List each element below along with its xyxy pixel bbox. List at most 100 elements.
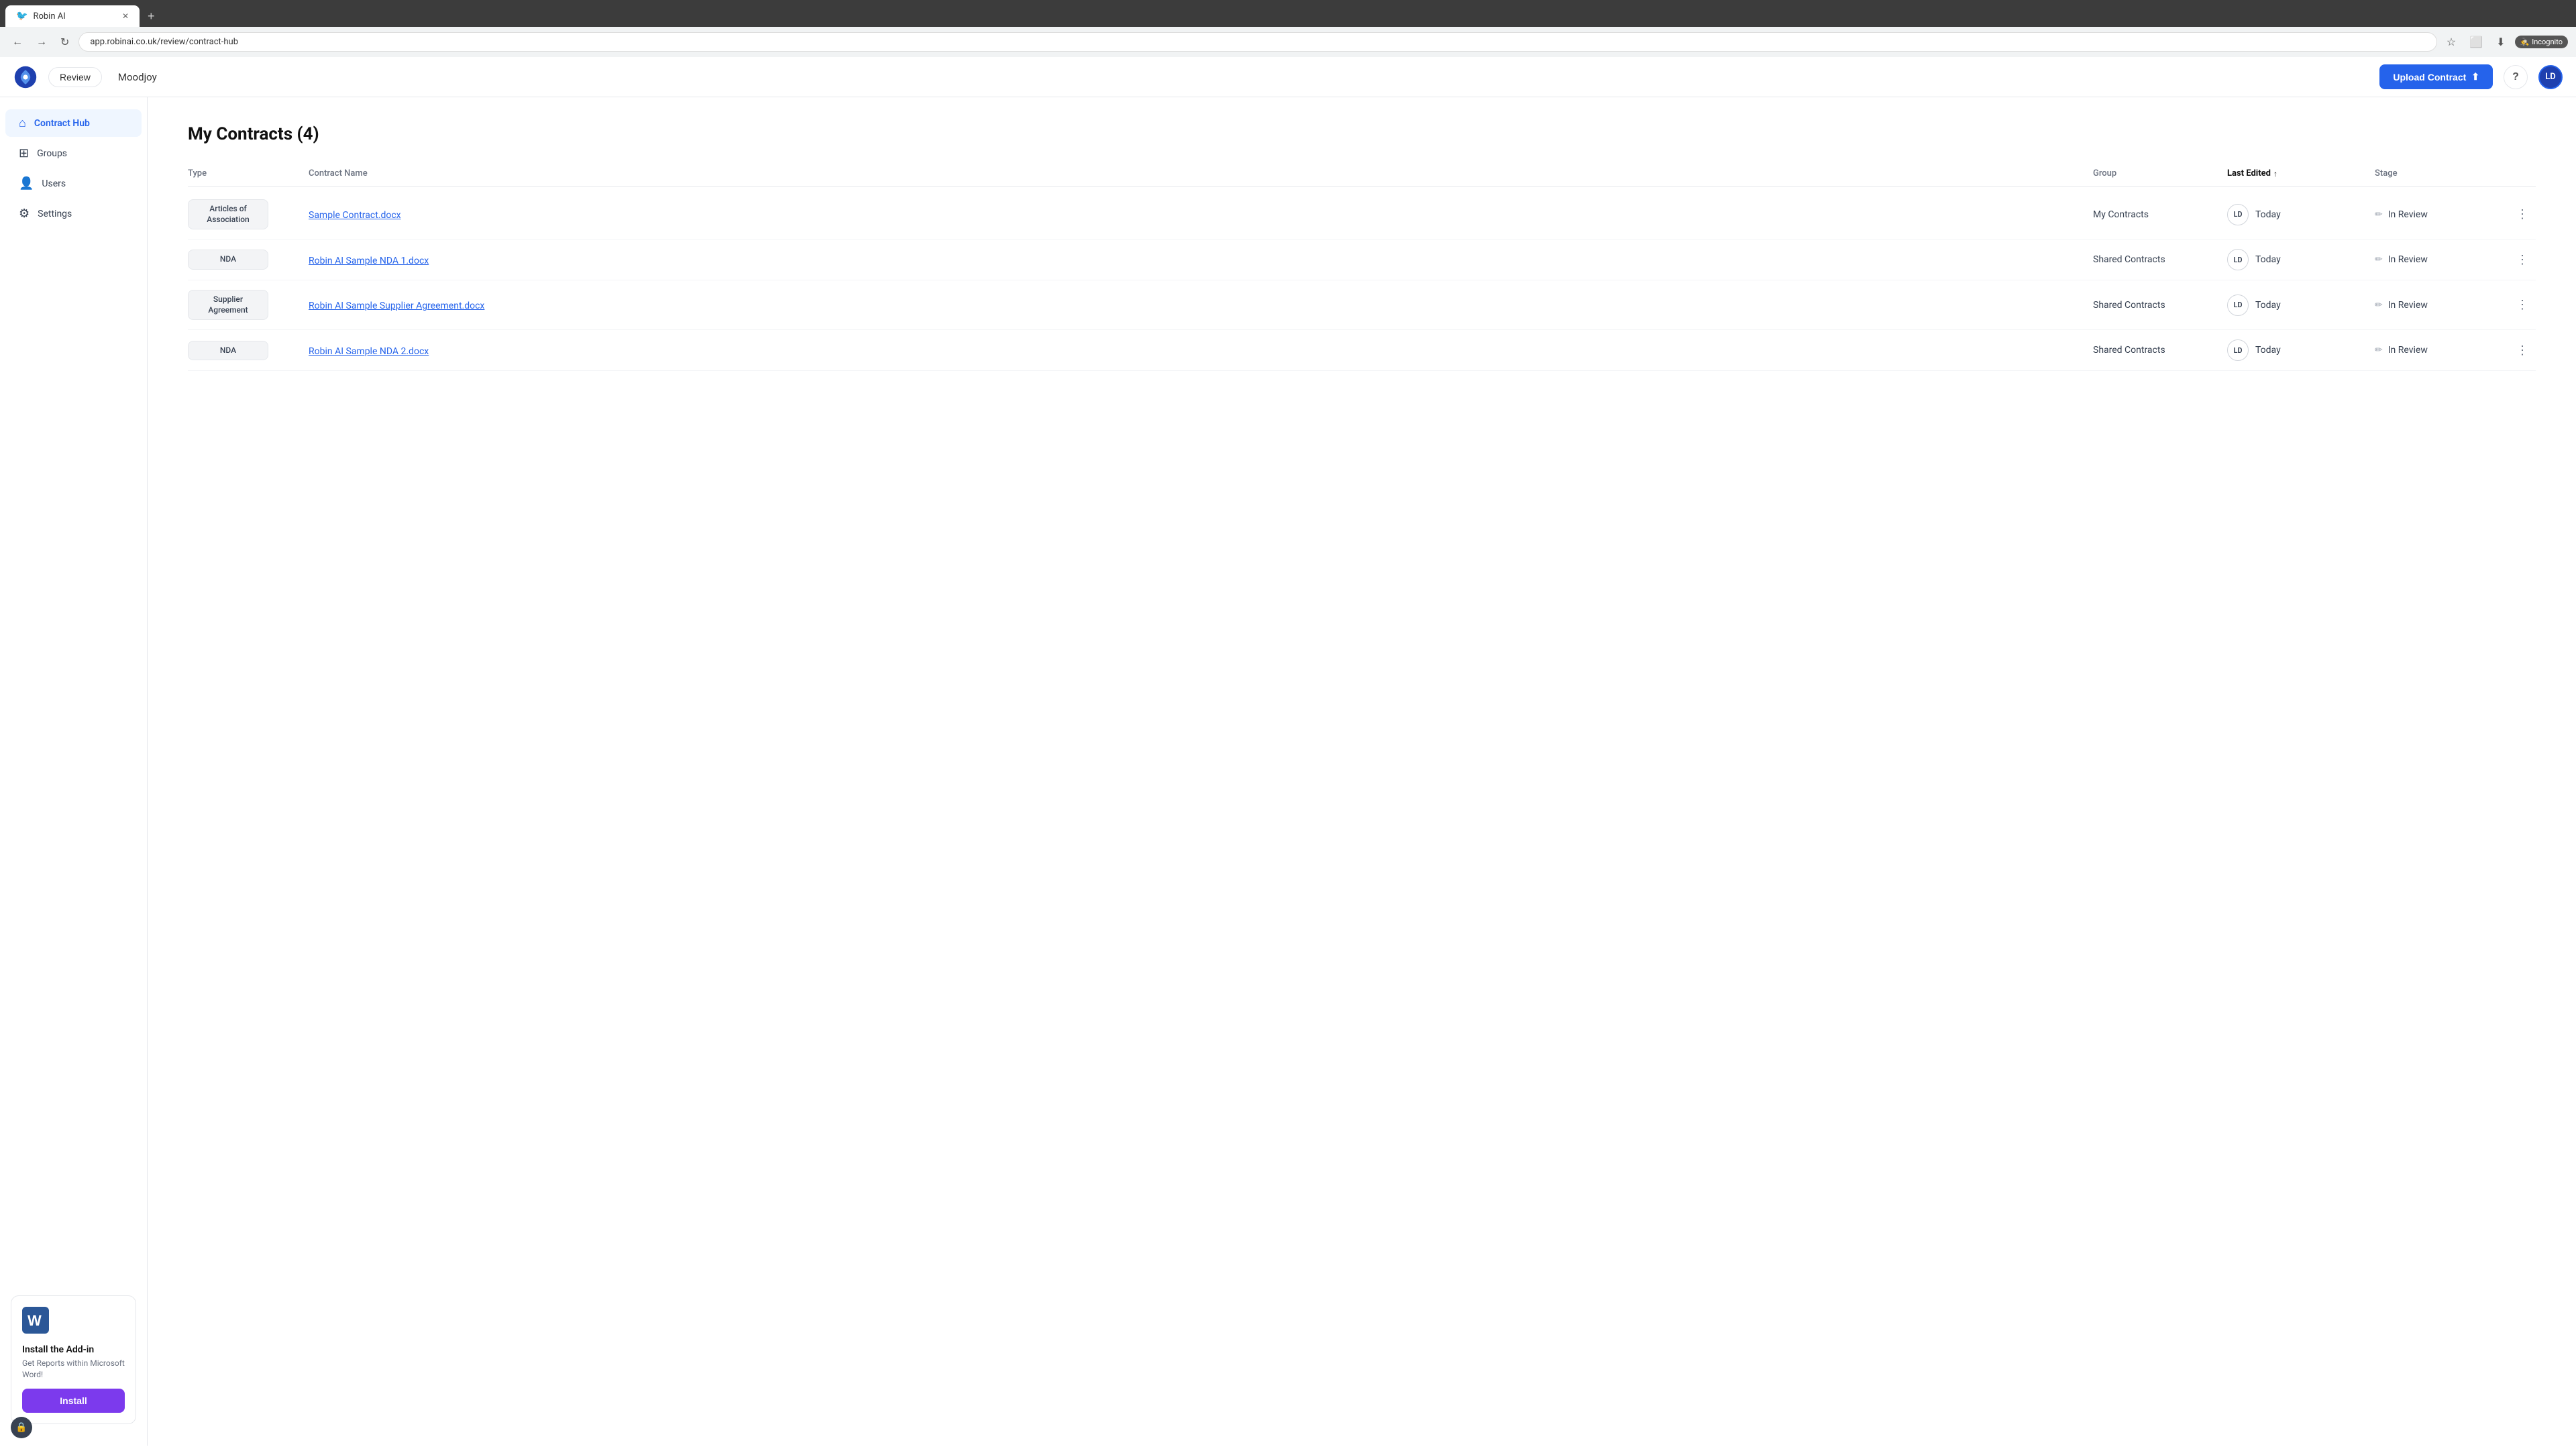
th-stage: Stage [2375, 168, 2509, 178]
settings-icon: ⚙ [19, 207, 30, 221]
edited-cell-2: LD Today [2227, 249, 2375, 270]
th-group: Group [2093, 168, 2227, 178]
group-cell-4: Shared Contracts [2093, 345, 2227, 356]
type-badge-1: Articles ofAssociation [188, 199, 268, 229]
th-type: Type [188, 168, 309, 178]
pencil-icon-1: ✏ [2375, 209, 2383, 220]
group-cell-1: My Contracts [2093, 209, 2227, 220]
extensions-button[interactable]: ⬜ [2465, 33, 2487, 52]
contract-name-cell-2: Robin AI Sample NDA 1.docx [309, 254, 2093, 266]
edited-date-4: Today [2255, 345, 2281, 356]
table-row: NDA Robin AI Sample NDA 2.docx Shared Co… [188, 330, 2536, 371]
contract-link-3[interactable]: Robin AI Sample Supplier Agreement.docx [309, 301, 484, 311]
more-menu-button-2[interactable]: ⋮ [2509, 250, 2536, 270]
edited-date-2: Today [2255, 254, 2281, 265]
tab-title: Robin AI [33, 11, 65, 21]
upload-icon: ⬆ [2471, 71, 2479, 83]
download-button[interactable]: ⬇ [2492, 33, 2509, 52]
contract-link-2[interactable]: Robin AI Sample NDA 1.docx [309, 256, 429, 266]
stage-label-2: In Review [2388, 254, 2428, 265]
stage-label-4: In Review [2388, 345, 2428, 356]
tab-bar: 🐦 Robin AI ✕ + [0, 0, 2576, 27]
more-menu-button-4[interactable]: ⋮ [2509, 341, 2536, 360]
type-cell-3: SupplierAgreement [188, 290, 309, 320]
pencil-icon-3: ✏ [2375, 300, 2383, 311]
incognito-label: Incognito [2532, 38, 2563, 46]
app-header: Review Moodjoy Upload Contract ⬆ ? LD [0, 57, 2576, 97]
type-badge-3: SupplierAgreement [188, 290, 268, 320]
forward-button[interactable]: → [32, 34, 51, 51]
sort-icon: ↑ [2273, 169, 2277, 178]
company-name: Moodjoy [118, 71, 157, 83]
more-menu-button-3[interactable]: ⋮ [2509, 295, 2536, 315]
new-tab-button[interactable]: + [142, 7, 160, 26]
avatar-2: LD [2227, 249, 2249, 270]
group-cell-2: Shared Contracts [2093, 254, 2227, 265]
stage-cell-4: ✏ In Review [2375, 345, 2509, 356]
more-menu-button-1[interactable]: ⋮ [2509, 205, 2536, 224]
avatar-4: LD [2227, 339, 2249, 361]
sidebar-item-contract-hub[interactable]: ⌂ Contract Hub [5, 109, 142, 137]
stage-cell-3: ✏ In Review [2375, 300, 2509, 311]
help-button[interactable]: ? [2504, 65, 2528, 89]
bookmark-button[interactable]: ☆ [2443, 33, 2460, 52]
addin-title: Install the Add-in [22, 1344, 125, 1355]
home-icon: ⌂ [19, 116, 26, 130]
tab-close-button[interactable]: ✕ [122, 11, 129, 21]
type-badge-4: NDA [188, 341, 268, 361]
pencil-icon-4: ✏ [2375, 345, 2383, 356]
group-cell-3: Shared Contracts [2093, 300, 2227, 311]
sidebar-label-users: Users [42, 178, 66, 189]
main-content: My Contracts (4) Type Contract Name Grou… [148, 97, 2576, 1446]
help-icon: ? [2512, 71, 2519, 83]
contract-name-cell-1: Sample Contract.docx [309, 208, 2093, 221]
edited-date-3: Today [2255, 300, 2281, 311]
table-row: SupplierAgreement Robin AI Sample Suppli… [188, 280, 2536, 330]
page-title: My Contracts (4) [188, 124, 2536, 144]
upload-contract-button[interactable]: Upload Contract ⬆ [2379, 64, 2493, 89]
stage-cell-1: ✏ In Review [2375, 209, 2509, 220]
contract-name-cell-3: Robin AI Sample Supplier Agreement.docx [309, 299, 2093, 311]
stage-label-3: In Review [2388, 300, 2428, 311]
install-addin-button[interactable]: Install [22, 1389, 125, 1413]
sidebar-label-contract-hub: Contract Hub [34, 118, 90, 129]
pencil-icon-2: ✏ [2375, 254, 2383, 265]
edited-cell-1: LD Today [2227, 204, 2375, 225]
addin-description: Get Reports within Microsoft Word! [22, 1358, 125, 1381]
incognito-badge: 🕵 Incognito [2515, 36, 2569, 48]
users-icon: 👤 [19, 176, 34, 191]
table-header: Type Contract Name Group Last Edited ↑ S… [188, 163, 2536, 187]
groups-icon: ⊞ [19, 146, 29, 160]
back-button[interactable]: ← [8, 34, 27, 51]
review-button[interactable]: Review [48, 67, 102, 87]
contract-name-cell-4: Robin AI Sample NDA 2.docx [309, 344, 2093, 357]
tab-favicon: 🐦 [16, 11, 28, 21]
app-container: Review Moodjoy Upload Contract ⬆ ? LD ⌂ … [0, 57, 2576, 1446]
browser-nav-bar: ← → ↻ app.robinai.co.uk/review/contract-… [0, 27, 2576, 57]
sidebar: ⌂ Contract Hub ⊞ Groups 👤 Users ⚙ Settin… [0, 97, 148, 1446]
stage-label-1: In Review [2388, 209, 2428, 220]
active-tab[interactable]: 🐦 Robin AI ✕ [5, 5, 140, 27]
type-cell-4: NDA [188, 341, 309, 361]
privacy-badge[interactable]: 🔒 [11, 1417, 32, 1438]
addin-card: W Install the Add-in Get Reports within … [11, 1295, 136, 1424]
refresh-button[interactable]: ↻ [56, 33, 73, 52]
nav-actions: ☆ ⬜ ⬇ 🕵 Incognito [2443, 33, 2568, 52]
th-last-edited[interactable]: Last Edited ↑ [2227, 168, 2375, 178]
user-avatar[interactable]: LD [2538, 65, 2563, 89]
stage-cell-2: ✏ In Review [2375, 254, 2509, 265]
app-logo [13, 65, 38, 89]
contract-link-4[interactable]: Robin AI Sample NDA 2.docx [309, 346, 429, 357]
contract-link-1[interactable]: Sample Contract.docx [309, 210, 401, 221]
svg-text:W: W [28, 1312, 42, 1329]
type-cell-1: Articles ofAssociation [188, 199, 309, 229]
type-cell-2: NDA [188, 250, 309, 270]
upload-btn-label: Upload Contract [2393, 72, 2466, 83]
edited-cell-3: LD Today [2227, 294, 2375, 316]
browser-chrome: 🐦 Robin AI ✕ + ← → ↻ app.robinai.co.uk/r… [0, 0, 2576, 57]
url-text: app.robinai.co.uk/review/contract-hub [90, 37, 238, 47]
sidebar-item-settings[interactable]: ⚙ Settings [5, 200, 142, 227]
sidebar-item-users[interactable]: 👤 Users [5, 170, 142, 197]
sidebar-item-groups[interactable]: ⊞ Groups [5, 140, 142, 167]
address-bar[interactable]: app.robinai.co.uk/review/contract-hub [78, 32, 2436, 52]
